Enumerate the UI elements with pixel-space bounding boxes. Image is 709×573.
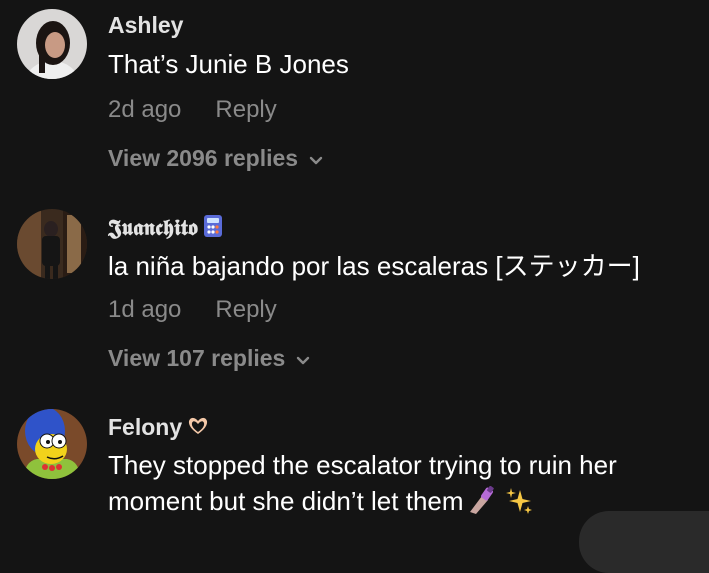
username-label: 𝕵𝖚𝖆𝖓𝖈𝖍𝖎𝖙𝖔 bbox=[108, 215, 198, 241]
username[interactable]: 𝕵𝖚𝖆𝖓𝖈𝖍𝖎𝖙𝖔 bbox=[108, 214, 225, 244]
comment-meta: 2d ago Reply bbox=[108, 96, 277, 124]
avatar[interactable] bbox=[17, 9, 87, 79]
timestamp: 2d ago bbox=[108, 96, 182, 123]
reply-button[interactable]: Reply bbox=[215, 96, 276, 124]
view-replies-label: View 2096 replies bbox=[108, 145, 299, 171]
avatar[interactable] bbox=[17, 209, 87, 279]
heart-hands-icon bbox=[185, 415, 211, 443]
username[interactable]: Felony bbox=[108, 414, 211, 443]
comment-meta: 1d ago Reply bbox=[108, 296, 277, 324]
chevron-down-icon bbox=[308, 146, 324, 173]
nail-polish-icon bbox=[466, 485, 496, 523]
reply-button[interactable]: Reply bbox=[215, 296, 276, 324]
bottom-sheet-edge bbox=[579, 511, 709, 573]
timestamp: 1d ago bbox=[108, 296, 182, 323]
comment-text: That’s Junie B Jones bbox=[108, 49, 349, 79]
username-label: Felony bbox=[108, 414, 183, 440]
sparkles-icon bbox=[504, 486, 534, 523]
avatar[interactable] bbox=[17, 409, 87, 479]
view-replies-label: View 107 replies bbox=[108, 345, 286, 371]
view-replies-button[interactable]: View 107 replies bbox=[108, 345, 311, 373]
comment-text: la niña bajando por las escaleras [ステッカー… bbox=[108, 251, 640, 281]
comment-text-line: They stopped the escalator trying to rui… bbox=[108, 450, 617, 480]
view-replies-button[interactable]: View 2096 replies bbox=[108, 145, 324, 173]
chevron-down-icon bbox=[295, 346, 311, 373]
username[interactable]: Ashley bbox=[108, 12, 183, 39]
comment-text-segment: moment but she didn’t let them bbox=[108, 486, 464, 516]
calculator-icon bbox=[201, 214, 225, 244]
